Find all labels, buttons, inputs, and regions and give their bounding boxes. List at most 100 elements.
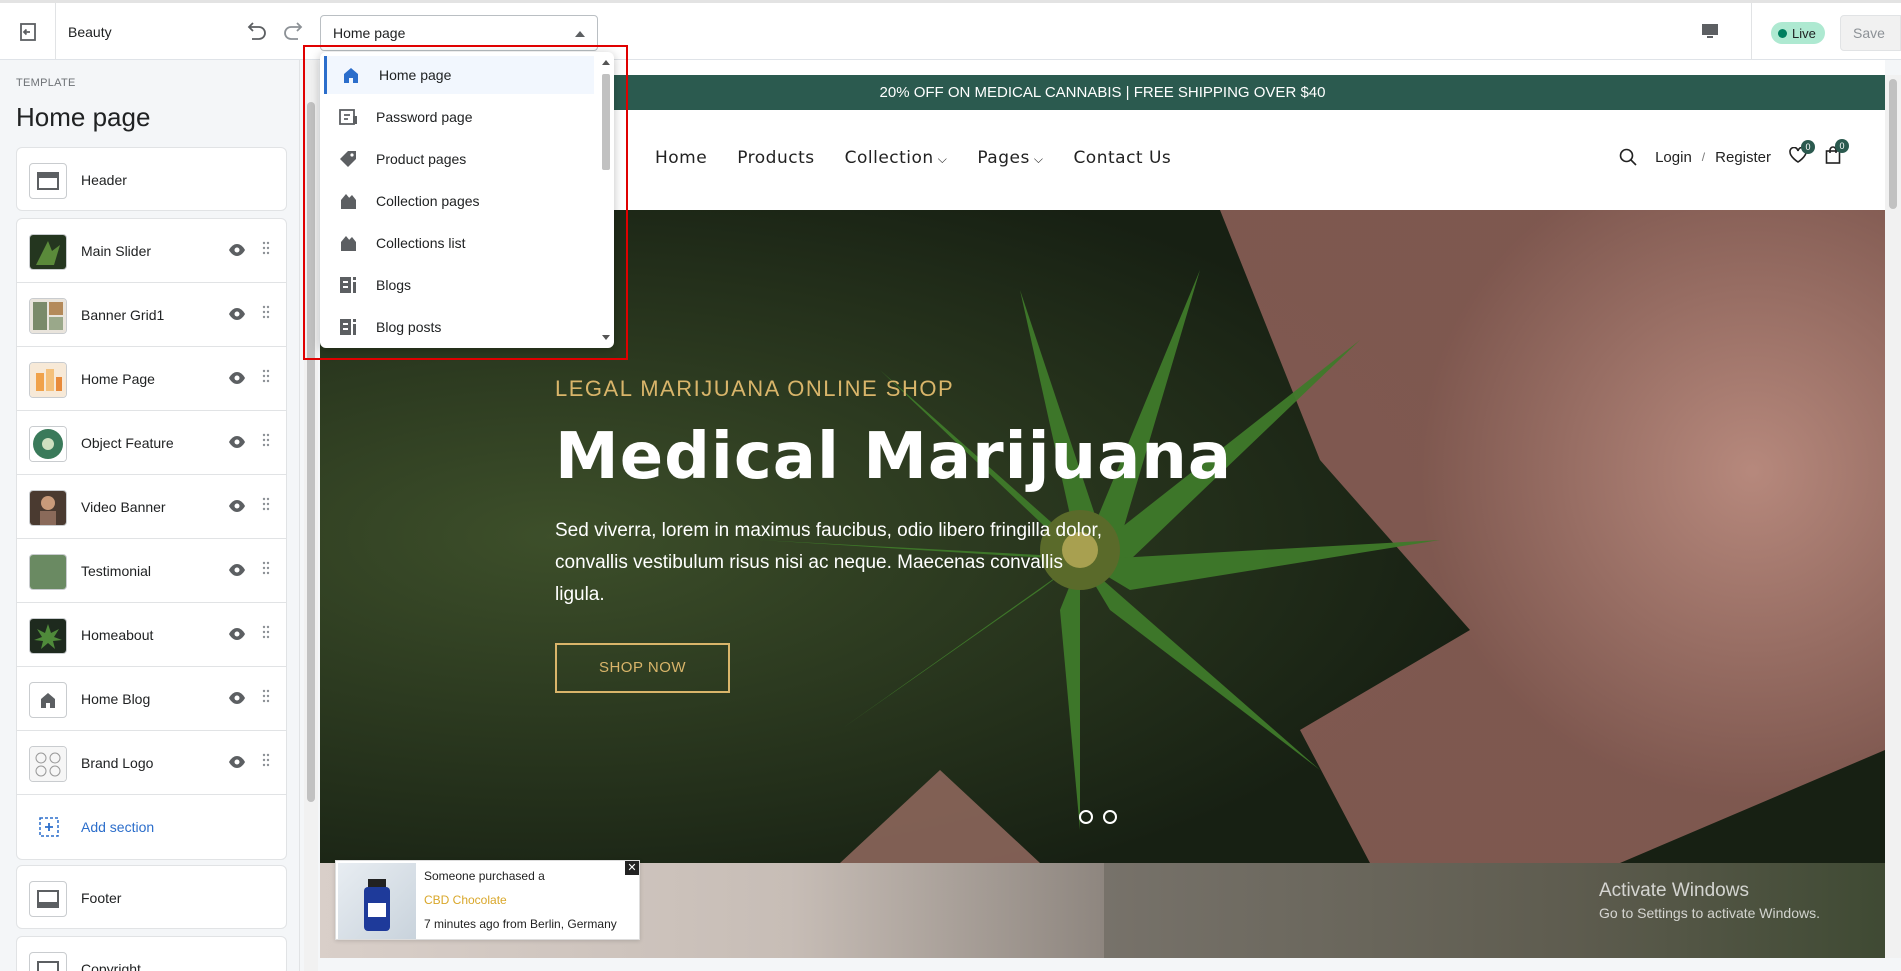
footer-layout-icon (29, 952, 67, 971)
live-label: Live (1792, 25, 1816, 41)
eye-icon[interactable] (228, 627, 246, 641)
drag-handle-icon[interactable] (262, 433, 270, 447)
section-row-brand-logo[interactable]: Brand Logo (17, 731, 286, 795)
sidebar-scrollbar[interactable] (304, 60, 318, 971)
section-label: Banner Grid1 (81, 307, 165, 323)
dropdown-item-label: Home page (379, 67, 452, 83)
watermark-subtitle: Go to Settings to activate Windows. (1599, 905, 1820, 921)
tag-icon (336, 147, 360, 171)
slider-pagination (1079, 810, 1117, 824)
section-row-banner-grid1[interactable]: Banner Grid1 (17, 283, 286, 347)
section-label: Footer (81, 890, 122, 906)
section-row-testimonial[interactable]: Testimonial (17, 539, 286, 603)
eye-icon[interactable] (228, 307, 246, 321)
section-row-object-feature[interactable]: Object Feature (17, 411, 286, 475)
section-label: Video Banner (81, 499, 166, 515)
section-row-video-banner[interactable]: Video Banner (17, 475, 286, 539)
dropdown-item-blog-posts[interactable]: Blog posts (324, 308, 594, 346)
register-link[interactable]: Register (1715, 149, 1771, 166)
dropdown-item-label: Password page (376, 109, 473, 125)
section-row-main-slider[interactable]: Main Slider (17, 219, 286, 283)
drag-handle-icon[interactable] (262, 497, 270, 511)
drag-handle-icon[interactable] (262, 305, 270, 319)
drag-handle-icon[interactable] (262, 369, 270, 383)
hero-kicker: LEGAL MARIJUANA ONLINE SHOP (555, 376, 955, 401)
section-row-footer[interactable]: Footer (17, 866, 286, 928)
redo-button[interactable] (282, 21, 306, 48)
dropdown-item-home-page[interactable]: Home page (324, 56, 594, 94)
drag-handle-icon[interactable] (262, 689, 270, 703)
drag-handle-icon[interactable] (262, 561, 270, 575)
eye-icon[interactable] (228, 435, 246, 449)
section-row-header[interactable]: Header (17, 148, 286, 210)
caret-up-icon (575, 31, 585, 37)
shop-now-button[interactable]: SHOP NOW (555, 643, 730, 693)
nav-link-home[interactable]: Home (655, 148, 707, 168)
template-select-value: Home page (333, 25, 406, 41)
brand-logo-thumbnail (29, 746, 67, 782)
close-icon[interactable]: ✕ (625, 861, 639, 875)
nav-link-products[interactable]: Products (737, 148, 814, 168)
dropdown-scrollbar[interactable] (600, 56, 612, 344)
eye-icon[interactable] (228, 243, 246, 257)
exit-button[interactable] (0, 3, 56, 60)
section-label: Main Slider (81, 243, 152, 259)
drag-handle-icon[interactable] (262, 241, 270, 255)
section-label: Header (81, 172, 127, 188)
eye-icon[interactable] (228, 499, 246, 513)
drag-handle-icon[interactable] (262, 625, 270, 639)
undo-button[interactable] (244, 21, 268, 48)
blog-icon (336, 273, 360, 297)
eye-icon[interactable] (228, 563, 246, 577)
scrollbar-thumb[interactable] (602, 74, 610, 170)
header-layout-icon (29, 163, 67, 199)
login-link[interactable]: Login (1655, 149, 1692, 166)
footer-card: Footer (16, 865, 287, 929)
sections-card: Main Slider Banner Grid1 Home Page Objec… (16, 218, 287, 860)
add-section-button[interactable]: Add section (17, 795, 286, 859)
slider-thumbnail (29, 234, 67, 270)
slider-dot[interactable] (1103, 810, 1117, 824)
dropdown-item-collections-list[interactable]: Collections list (324, 224, 594, 262)
slider-dot[interactable] (1079, 810, 1093, 824)
preview-scrollbar[interactable] (1885, 75, 1901, 958)
eye-icon[interactable] (228, 371, 246, 385)
scroll-up-arrow-icon[interactable] (602, 60, 610, 65)
hero-title: Medical Marijuana (555, 420, 1232, 494)
dropdown-item-collection-pages[interactable]: Collection pages (324, 182, 594, 220)
nav-link-pages[interactable]: Pages (977, 148, 1043, 168)
products-thumbnail (29, 362, 67, 398)
eye-icon[interactable] (228, 755, 246, 769)
section-row-homeabout[interactable]: Homeabout (17, 603, 286, 667)
device-toggle-button[interactable] (1700, 21, 1720, 46)
cart-button[interactable]: 0 (1825, 139, 1849, 168)
notification-product-link[interactable]: CBD Chocolate (424, 893, 507, 907)
testimonial-thumbnail (29, 554, 67, 590)
save-button[interactable]: Save (1840, 15, 1901, 51)
scroll-down-arrow-icon[interactable] (602, 335, 610, 340)
purchase-notification: Someone purchased a CBD Chocolate 7 minu… (335, 860, 640, 940)
section-row-copyright[interactable]: Copyright (17, 937, 286, 971)
watermark-title: Activate Windows (1599, 880, 1749, 901)
section-label: Homeabout (81, 627, 154, 643)
product-thumbnail (338, 863, 416, 939)
scrollbar-thumb[interactable] (307, 102, 315, 802)
dropdown-item-label: Collections list (376, 235, 466, 251)
eye-icon[interactable] (228, 691, 246, 705)
about-thumbnail (29, 618, 67, 654)
nav-link-collection[interactable]: Collection (845, 148, 948, 168)
dropdown-item-password-page[interactable]: Password page (324, 98, 594, 136)
drag-handle-icon[interactable] (262, 753, 270, 767)
nav-link-contact[interactable]: Contact Us (1073, 148, 1171, 168)
password-page-icon (336, 105, 360, 129)
wishlist-button[interactable]: 0 (1789, 140, 1815, 167)
dropdown-item-blogs[interactable]: Blogs (324, 266, 594, 304)
collection-icon (336, 189, 360, 213)
section-row-home-page[interactable]: Home Page (17, 347, 286, 411)
template-select[interactable]: Home page (320, 15, 598, 51)
add-section-label: Add section (81, 819, 155, 835)
dropdown-item-product-pages[interactable]: Product pages (324, 140, 594, 178)
scrollbar-thumb[interactable] (1889, 79, 1897, 209)
section-row-home-blog[interactable]: Home Blog (17, 667, 286, 731)
search-icon[interactable] (1619, 148, 1637, 166)
